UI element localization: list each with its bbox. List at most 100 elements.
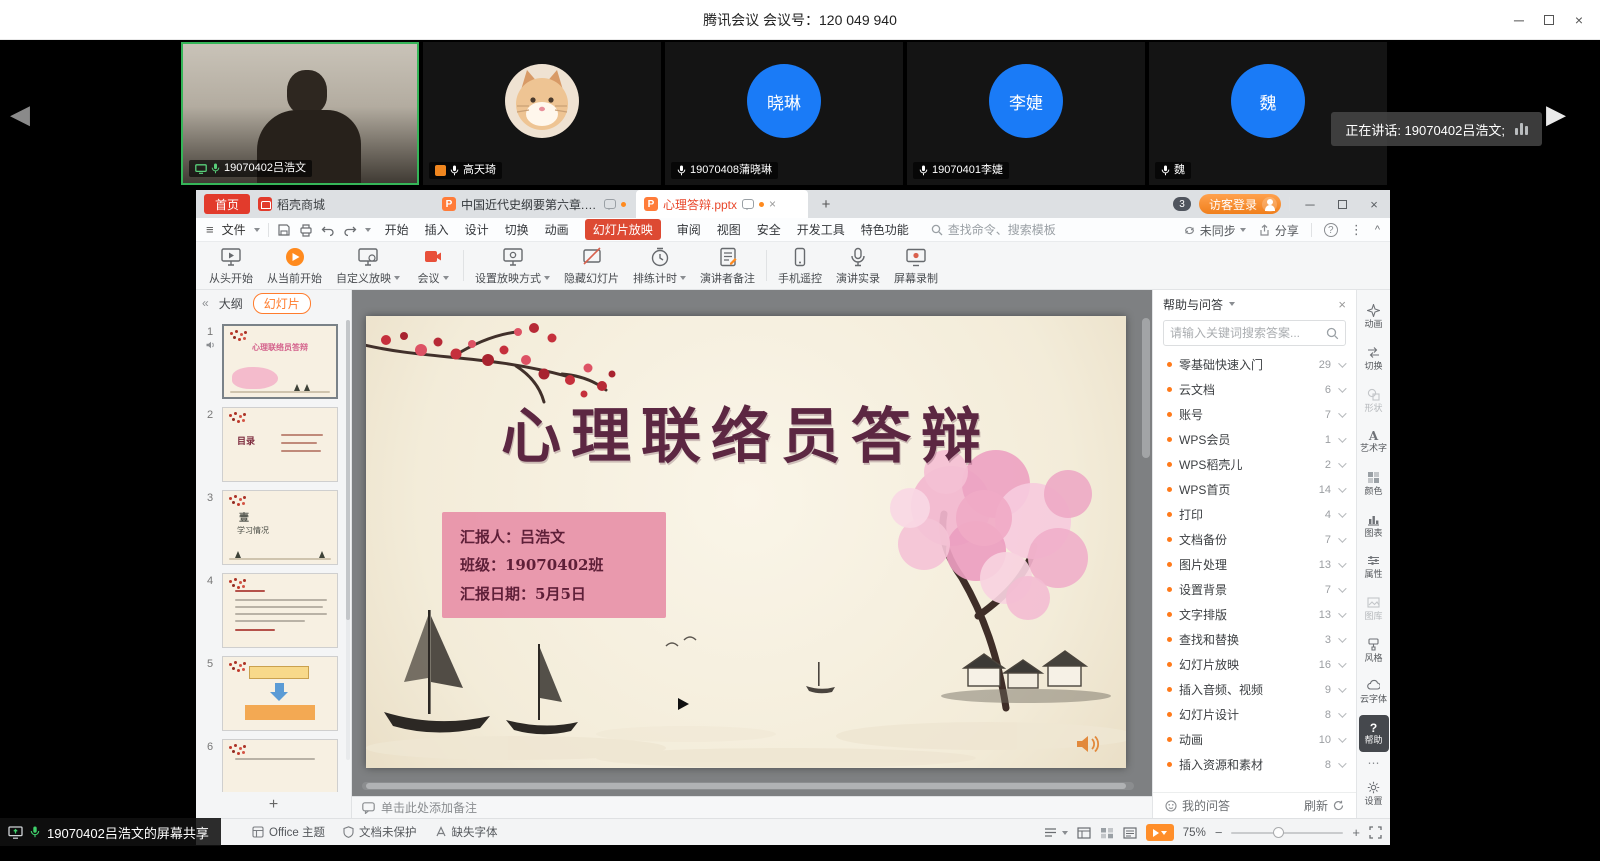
slide-title[interactable]: 心理联络员答辩 xyxy=(366,388,1126,475)
ribbon-from-current[interactable]: 从当前开始 xyxy=(260,242,329,289)
participant-tile[interactable]: 高天琦 xyxy=(423,42,661,185)
participant-tile[interactable]: 晓琳 19070408蒲晓琳 xyxy=(665,42,903,185)
menu-insert[interactable]: 插入 xyxy=(425,221,449,238)
ribbon-rehearse[interactable]: 排练计时 xyxy=(626,242,693,289)
slide-thumbnail-3[interactable]: 3 壹 学习情况 xyxy=(198,490,347,565)
command-search[interactable]: 查找命令、搜索模板 xyxy=(931,221,1056,238)
menu-devtools[interactable]: 开发工具 xyxy=(797,221,845,238)
ribbon-phone-remote[interactable]: 手机遥控 xyxy=(771,242,829,289)
slide-thumbnail-4[interactable]: 4 xyxy=(198,573,347,648)
menu-slideshow-active[interactable]: 幻灯片放映 xyxy=(585,219,661,240)
help-item[interactable]: 云文档6 xyxy=(1153,377,1356,402)
tool-help-active[interactable]: ? 帮助 xyxy=(1359,715,1389,753)
menu-animation[interactable]: 动画 xyxy=(545,221,569,238)
tab-home[interactable]: 首页 xyxy=(204,194,250,214)
notes-toggle[interactable] xyxy=(1044,827,1068,838)
help-item[interactable]: 设置背景7 xyxy=(1153,577,1356,602)
help-item[interactable]: 幻灯片放映16 xyxy=(1153,652,1356,677)
tab-document-1[interactable]: P 中国近代史纲要第六章.pptx xyxy=(434,190,634,218)
new-tab-button[interactable]: + xyxy=(814,190,838,218)
zoom-out-icon[interactable]: − xyxy=(1215,825,1223,840)
ribbon-custom-show[interactable]: 自定义放映 xyxy=(329,242,407,289)
ribbon-hide-slide[interactable]: 隐藏幻灯片 xyxy=(557,242,626,289)
menu-transition[interactable]: 切换 xyxy=(505,221,529,238)
horizontal-scrollbar[interactable] xyxy=(362,782,1134,790)
protection-indicator[interactable]: 文档未保护 xyxy=(343,824,417,840)
zoom-in-icon[interactable]: + xyxy=(1352,825,1360,840)
close-tab-icon[interactable]: × xyxy=(769,197,776,211)
tool-animation[interactable]: 动画 xyxy=(1358,296,1390,338)
help-item[interactable]: WPS稻壳儿2 xyxy=(1153,452,1356,477)
close-icon[interactable]: × xyxy=(1564,6,1594,34)
help-item[interactable]: 零基础快速入门29 xyxy=(1153,352,1356,377)
help-item[interactable]: 文档备份7 xyxy=(1153,527,1356,552)
panel-scrollbar[interactable] xyxy=(346,320,350,760)
tool-gallery[interactable]: 图库 xyxy=(1358,588,1390,630)
wps-maximize-icon[interactable] xyxy=(1330,190,1354,218)
help-item[interactable]: 动画10 xyxy=(1153,727,1356,752)
help-item[interactable]: 插入音频、视频9 xyxy=(1153,677,1356,702)
menu-start[interactable]: 开始 xyxy=(385,221,409,238)
ribbon-setup-show[interactable]: 设置放映方式 xyxy=(468,242,557,289)
prev-participants-button[interactable]: ◀ xyxy=(10,96,30,132)
save-icon[interactable] xyxy=(277,223,291,237)
start-slideshow-button[interactable] xyxy=(1146,824,1174,841)
slide-audio-speaker-icon[interactable] xyxy=(1076,734,1100,754)
my-questions-link[interactable]: 我的问答 xyxy=(1165,797,1230,814)
menu-features[interactable]: 特色功能 xyxy=(861,221,909,238)
tab-document-2-active[interactable]: P 心理答辩.pptx × xyxy=(636,190,808,218)
presenter-info-box[interactable]: 汇报人：吕浩文 班级：19070402班 汇报日期：5月5日 xyxy=(442,512,666,618)
next-participants-button[interactable]: ▶ xyxy=(1546,96,1566,132)
chevron-down-icon[interactable] xyxy=(365,228,371,232)
tool-transition[interactable]: 切换 xyxy=(1358,338,1390,380)
help-item[interactable]: 文字排版13 xyxy=(1153,602,1356,627)
tool-wordart[interactable]: A 艺术字 xyxy=(1358,421,1390,463)
ribbon-speech-record[interactable]: 演讲实录 xyxy=(829,242,887,289)
collapse-ribbon-icon[interactable]: ^ xyxy=(1375,224,1380,236)
missing-font-warning[interactable]: 缺失字体 xyxy=(435,824,498,840)
notification-badge[interactable]: 3 xyxy=(1173,197,1191,211)
undo-icon[interactable] xyxy=(321,223,335,237)
participant-tile[interactable]: 19070402吕浩文 xyxy=(181,42,419,185)
ribbon-from-beginning[interactable]: 从头开始 xyxy=(202,242,260,289)
menu-security[interactable]: 安全 xyxy=(757,221,781,238)
ribbon-meeting[interactable]: 会议 xyxy=(407,242,459,289)
menu-review[interactable]: 审阅 xyxy=(677,221,701,238)
ribbon-speaker-notes[interactable]: 演讲者备注 xyxy=(693,242,762,289)
notes-bar[interactable]: 单击此处添加备注 xyxy=(352,796,1152,818)
menu-view[interactable]: 视图 xyxy=(717,221,741,238)
file-menu[interactable]: 文件 xyxy=(222,221,246,238)
share-button[interactable]: 分享 xyxy=(1258,222,1299,239)
close-help-icon[interactable]: × xyxy=(1338,297,1346,312)
tool-color[interactable]: 颜色 xyxy=(1358,463,1390,505)
slide-thumbnail-2[interactable]: 2 目录 xyxy=(198,407,347,482)
reading-view-icon[interactable] xyxy=(1123,827,1137,839)
zoom-slider[interactable] xyxy=(1231,832,1343,834)
normal-view-icon[interactable] xyxy=(1077,827,1091,839)
ribbon-screen-record[interactable]: 屏幕录制 xyxy=(887,242,945,289)
wps-close-icon[interactable]: × xyxy=(1362,190,1386,218)
more-options-icon[interactable]: ⋮ xyxy=(1350,222,1363,238)
help-icon[interactable]: ? xyxy=(1324,223,1338,237)
fit-window-icon[interactable] xyxy=(1369,826,1382,839)
print-icon[interactable] xyxy=(299,223,313,237)
zoom-level[interactable]: 75% xyxy=(1183,827,1206,839)
sync-status[interactable]: 未同步 xyxy=(1183,222,1246,239)
zoom-slider-handle[interactable] xyxy=(1273,827,1284,838)
add-slide-button[interactable]: + xyxy=(196,792,351,818)
chevron-down-icon[interactable] xyxy=(1229,302,1235,306)
help-item[interactable]: 幻灯片设计8 xyxy=(1153,702,1356,727)
minimize-icon[interactable]: ─ xyxy=(1504,6,1534,34)
redo-icon[interactable] xyxy=(343,223,357,237)
more-tools-icon[interactable]: ⋯ xyxy=(1368,754,1380,772)
tool-settings[interactable]: 设置 xyxy=(1358,772,1390,814)
tool-shapes[interactable]: 形状 xyxy=(1358,379,1390,421)
help-item[interactable]: 插入资源和素材8 xyxy=(1153,752,1356,777)
help-item[interactable]: 账号7 xyxy=(1153,402,1356,427)
menu-design[interactable]: 设计 xyxy=(465,221,489,238)
guest-login-button[interactable]: 访客登录 xyxy=(1199,194,1281,214)
wps-minimize-icon[interactable]: ─ xyxy=(1298,190,1322,218)
slide-thumbnail-5[interactable]: 5 xyxy=(198,656,347,731)
tab-store[interactable]: 稻壳商城 xyxy=(258,190,325,218)
slide-thumbnail-1[interactable]: 1 心理联络员答辩 xyxy=(198,324,347,399)
